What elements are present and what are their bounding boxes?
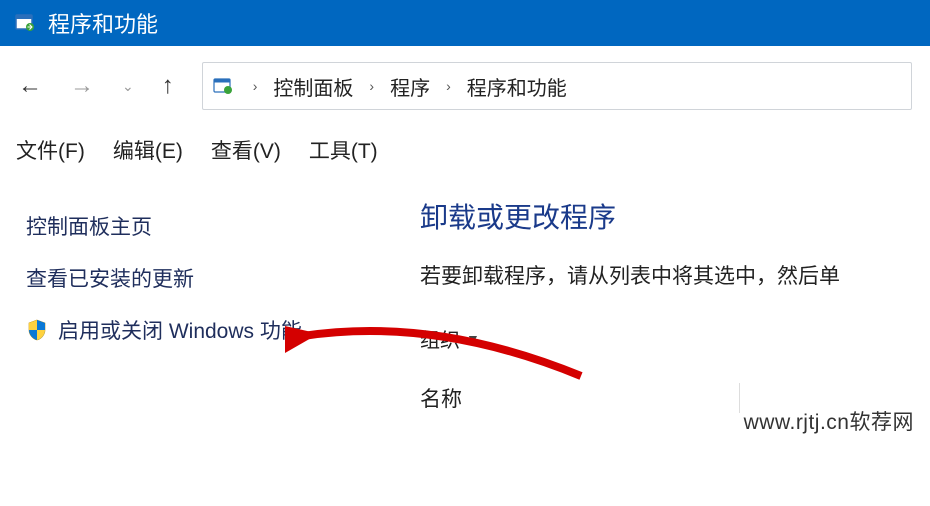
- sidebar-item-installed-updates[interactable]: 查看已安装的更新: [26, 252, 394, 304]
- menu-view[interactable]: 查看(V): [211, 135, 281, 165]
- sidebar-item-label: 查看已安装的更新: [26, 263, 194, 293]
- recent-dropdown[interactable]: ⌄: [122, 78, 134, 95]
- nav-arrows: ← → ⌄ ↑: [18, 72, 174, 100]
- menu-tools[interactable]: 工具(T): [309, 135, 378, 165]
- window-title: 程序和功能: [48, 7, 158, 39]
- sidebar: 控制面板主页 查看已安装的更新 启用或关闭 Windows 功能: [0, 192, 420, 413]
- back-button[interactable]: ←: [18, 72, 42, 100]
- watermark: www.rjtj.cn软荐网: [744, 406, 914, 436]
- main-content: 卸载或更改程序 若要卸载程序，请从列表中将其选中，然后单 组织 ▼ 名称: [420, 192, 930, 413]
- menu-file[interactable]: 文件(F): [16, 135, 85, 165]
- sidebar-item-label: 控制面板主页: [26, 211, 152, 241]
- page-description: 若要卸载程序，请从列表中将其选中，然后单: [420, 260, 930, 290]
- breadcrumb-item[interactable]: 程序和功能: [467, 72, 567, 101]
- organize-dropdown[interactable]: 组织 ▼: [420, 324, 930, 353]
- shield-icon: [26, 319, 48, 341]
- app-icon: [14, 12, 36, 34]
- chevron-right-icon: ›: [369, 78, 374, 94]
- location-icon: [213, 76, 237, 96]
- navbar: ← → ⌄ ↑ › 控制面板 › 程序 › 程序和功能: [0, 46, 930, 126]
- up-button[interactable]: ↑: [162, 72, 174, 100]
- titlebar: 程序和功能: [0, 0, 930, 46]
- breadcrumb-item[interactable]: 控制面板: [273, 72, 353, 101]
- breadcrumb-item[interactable]: 程序: [390, 72, 430, 101]
- chevron-down-icon: ▼: [466, 331, 480, 347]
- organize-label: 组织: [420, 324, 460, 353]
- sidebar-item-label: 启用或关闭 Windows 功能: [58, 315, 302, 345]
- breadcrumb[interactable]: › 控制面板 › 程序 › 程序和功能: [202, 62, 912, 110]
- page-heading: 卸载或更改程序: [420, 196, 930, 236]
- chevron-right-icon: ›: [253, 78, 258, 94]
- forward-button[interactable]: →: [70, 72, 94, 100]
- menu-edit[interactable]: 编辑(E): [113, 135, 183, 165]
- chevron-right-icon: ›: [446, 78, 451, 94]
- column-header-name[interactable]: 名称: [420, 383, 740, 413]
- sidebar-item-control-panel-home[interactable]: 控制面板主页: [26, 200, 394, 252]
- sidebar-item-windows-features[interactable]: 启用或关闭 Windows 功能: [26, 304, 394, 356]
- body-area: 控制面板主页 查看已安装的更新 启用或关闭 Windows 功能 卸载或更改程序…: [0, 174, 930, 413]
- menubar: 文件(F) 编辑(E) 查看(V) 工具(T): [0, 126, 930, 174]
